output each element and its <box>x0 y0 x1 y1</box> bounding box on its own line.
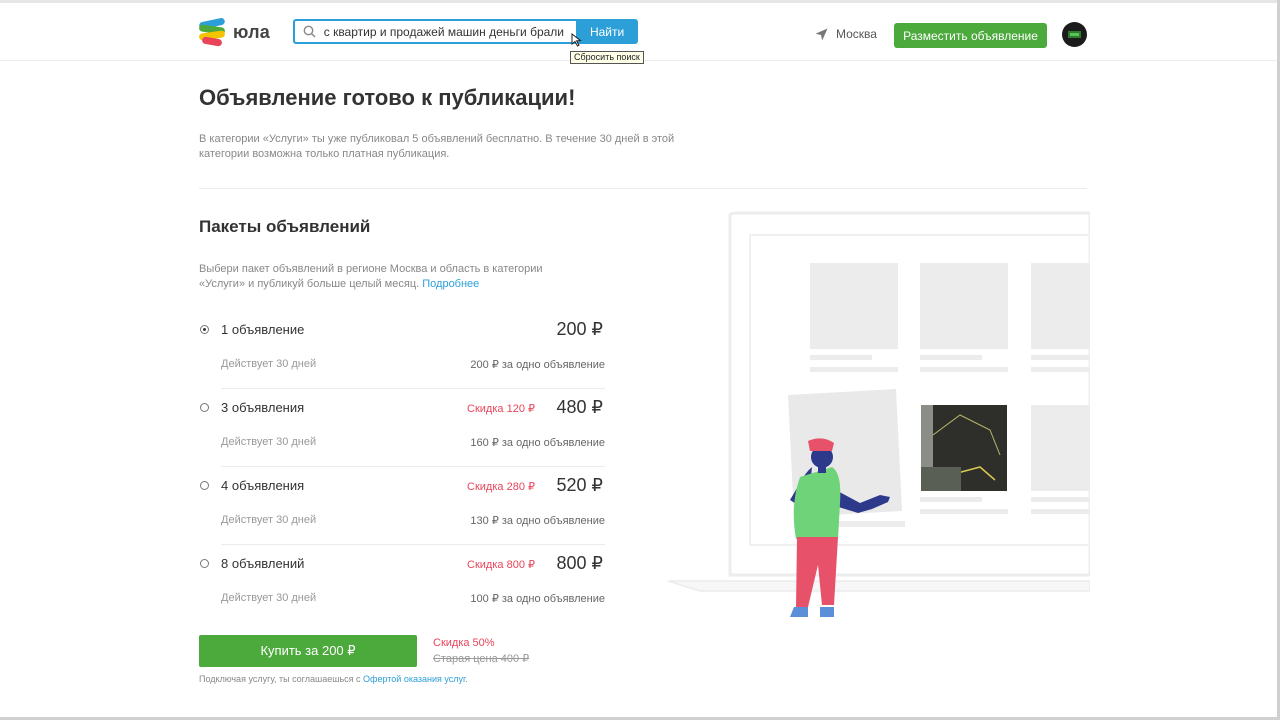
page-title: Объявление готово к публикации! <box>199 85 576 110</box>
intro-text: В категории «Услуги» ты уже публиковал 5… <box>199 133 675 160</box>
package-validity: Действует 30 дней <box>221 514 317 526</box>
package-option[interactable]: 3 объявления Скидка 120 ₽ 480 ₽ Действуе… <box>199 388 605 466</box>
search-input[interactable] <box>324 24 564 39</box>
radio-icon[interactable] <box>200 325 209 334</box>
radio-icon[interactable] <box>200 403 209 412</box>
section-description: Выбери пакет объявлений в регионе Москва… <box>199 262 579 292</box>
logo-text: юла <box>233 21 270 42</box>
logo-icon <box>198 17 226 47</box>
package-validity: Действует 30 дней <box>221 358 317 370</box>
package-price: 800 ₽ <box>556 553 604 573</box>
logo[interactable]: юла <box>198 17 270 47</box>
terms-link[interactable]: Офертой оказания услуг <box>363 674 465 684</box>
more-link[interactable]: Подробнее <box>422 278 479 290</box>
city-selector[interactable]: Москва <box>815 27 877 41</box>
search-field[interactable] <box>293 19 577 44</box>
package-unit-price: 100 ₽ за одно объявление <box>470 593 605 605</box>
package-validity: Действует 30 дней <box>221 436 317 448</box>
package-price: 520 ₽ <box>556 475 604 495</box>
package-unit-price: 130 ₽ за одно объявление <box>470 515 605 527</box>
city-label: Москва <box>836 27 877 41</box>
divider <box>199 188 1087 189</box>
package-discount: Скидка 800 ₽ <box>467 559 535 571</box>
search-bar: Найти <box>293 19 638 44</box>
package-validity: Действует 30 дней <box>221 592 317 604</box>
location-arrow-icon <box>815 28 828 40</box>
search-button[interactable]: Найти <box>576 19 638 44</box>
avatar[interactable] <box>1062 22 1087 47</box>
package-unit-price: 160 ₽ за одно объявление <box>470 437 605 449</box>
package-name: 4 объявления <box>221 478 305 493</box>
section-title: Пакеты объявлений <box>199 217 371 236</box>
laptop-illustration <box>667 211 1090 617</box>
package-name: 3 объявления <box>221 400 305 415</box>
package-unit-price: 200 ₽ за одно объявление <box>470 359 605 371</box>
buy-button[interactable]: Купить за 200 ₽ <box>199 635 417 667</box>
package-discount: Скидка 120 ₽ <box>467 403 535 415</box>
section-description-text: Выбери пакет объявлений в регионе Москва… <box>199 263 543 290</box>
post-ad-button[interactable]: Разместить объявление <box>894 23 1047 48</box>
ad-photo <box>921 405 1007 491</box>
package-option[interactable]: 4 объявления Скидка 280 ₽ 520 ₽ Действуе… <box>199 466 605 544</box>
package-price: 200 ₽ <box>556 319 604 339</box>
package-name: 8 объявлений <box>221 556 305 571</box>
terms-suffix: . <box>465 674 468 684</box>
package-option[interactable]: 1 объявление 200 ₽ Действует 30 дней 200… <box>199 310 605 388</box>
package-discount: Скидка 280 ₽ <box>467 481 535 493</box>
terms-prefix: Подключая услугу, ты соглашаешься с <box>199 674 361 684</box>
package-price: 480 ₽ <box>556 397 604 417</box>
old-price: Старая цена 400 ₽ <box>433 653 530 665</box>
package-option[interactable]: 8 объявлений Скидка 800 ₽ 800 ₽ Действуе… <box>199 544 605 622</box>
mouse-cursor-icon <box>571 33 582 47</box>
buy-discount: Скидка 50% <box>433 637 495 649</box>
reset-search-tooltip: Сбросить поиск <box>570 51 644 64</box>
terms-text: Подключая услугу, ты соглашаешься с Офер… <box>199 674 468 684</box>
radio-icon[interactable] <box>200 481 209 490</box>
package-name: 1 объявление <box>221 322 305 337</box>
radio-icon[interactable] <box>200 559 209 568</box>
search-icon <box>303 25 316 38</box>
packages-list: 1 объявление 200 ₽ Действует 30 дней 200… <box>199 310 605 622</box>
